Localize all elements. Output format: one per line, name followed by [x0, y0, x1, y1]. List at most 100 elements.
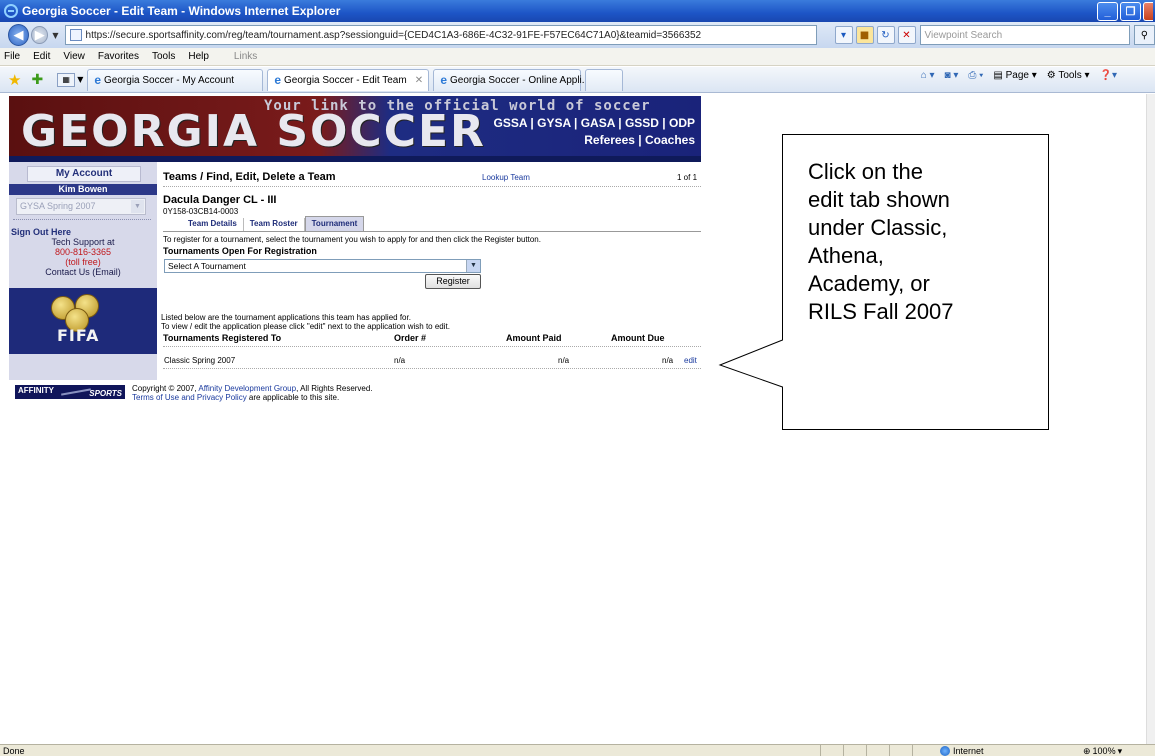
new-tab-button[interactable]	[585, 68, 624, 91]
team-name: Dacula Danger CL - III	[163, 194, 277, 206]
copyright-line: Copyright © 2007, Affinity Development G…	[132, 384, 373, 393]
links-toolbar[interactable]: Links	[234, 51, 257, 62]
zoom-control[interactable]: ⊕ 100% ▾	[1083, 745, 1122, 756]
terms-link[interactable]: Terms of Use and Privacy Policy	[132, 393, 247, 402]
team-id: 0Y158-03CB14-0003	[163, 207, 239, 216]
record-count: 1 of 1	[677, 173, 698, 182]
fifa-logo[interactable]: FIFA	[9, 288, 157, 354]
tab-list-dropdown-icon[interactable]: ▼	[77, 75, 83, 84]
edit-link[interactable]: edit	[684, 356, 697, 365]
fifa-text: FIFA	[57, 326, 100, 345]
help-icon[interactable]: ❓▾	[1100, 70, 1117, 81]
vertical-scrollbar[interactable]	[1146, 94, 1155, 744]
callout-line: RILS Fall 2007	[808, 299, 954, 324]
search-input[interactable]: Viewpoint Search	[919, 25, 1130, 45]
quick-tabs-icon[interactable]: ▦	[57, 72, 76, 87]
window-title-bar: Georgia Soccer - Edit Team - Windows Int…	[0, 0, 1155, 22]
address-dropdown-icon[interactable]: ▾	[834, 26, 853, 44]
sign-out-link[interactable]: Sign Out Here	[11, 227, 71, 237]
status-cell	[889, 745, 912, 756]
col-header-amount-due: Amount Due	[611, 333, 665, 343]
page-menu[interactable]: ▤ Page ▾	[993, 70, 1036, 81]
status-cell	[843, 745, 866, 756]
menu-help[interactable]: Help	[188, 51, 209, 62]
forward-button[interactable]: ▶	[31, 26, 49, 44]
status-cell	[912, 745, 935, 756]
tab-close-icon[interactable]: ✕	[415, 75, 423, 86]
status-cell	[820, 745, 843, 756]
refresh-icon[interactable]: ↻	[876, 26, 895, 44]
address-bar-row: ◀ ▶ ▼ https://secure.sportsaffinity.com/…	[0, 22, 1155, 48]
page-menu-label: Page	[1005, 70, 1029, 81]
stop-icon[interactable]: ✕	[897, 26, 916, 44]
lock-icon[interactable]: ■	[855, 26, 874, 44]
season-select[interactable]: GYSA Spring 2007 ▼	[16, 198, 146, 215]
my-account-button[interactable]: My Account	[27, 166, 141, 182]
callout-annotation: Click on the edit tab shown under Classi…	[718, 134, 1049, 430]
register-button[interactable]: Register	[425, 274, 481, 289]
support-tollfree: (toll free)	[65, 257, 101, 267]
print-icon[interactable]: ⎙ ▾	[968, 70, 983, 81]
page-icon	[69, 29, 82, 41]
favorites-star-icon[interactable]: ★	[8, 71, 21, 89]
ie-page-icon: e	[440, 73, 448, 87]
tab-my-account[interactable]: e Georgia Soccer - My Account	[87, 68, 264, 91]
zone-label: Internet	[953, 746, 984, 756]
tab-team-details[interactable]: Team Details	[182, 218, 244, 231]
tab-tournament[interactable]: Tournament	[304, 216, 365, 231]
swoosh-icon	[61, 388, 91, 396]
tools-menu[interactable]: ⚙ Tools ▾	[1047, 70, 1090, 81]
banner-org-links[interactable]: GSSA | GYSA | GASA | GSSD | ODP	[494, 116, 695, 130]
edit-instructions: To view / edit the application please cl…	[161, 322, 450, 331]
feeds-icon[interactable]: ◙ ▾	[945, 70, 959, 81]
chevron-down-icon: ▾	[1117, 745, 1123, 756]
sidebar-divider	[13, 219, 151, 220]
home-icon[interactable]: ⌂ ▾	[921, 70, 935, 81]
chevron-down-icon: ▼	[466, 260, 480, 272]
copyright-prefix: Copyright © 2007,	[132, 384, 199, 393]
menu-edit[interactable]: Edit	[33, 51, 50, 62]
url-field[interactable]: https://secure.sportsaffinity.com/reg/te…	[64, 25, 817, 45]
history-dropdown-icon[interactable]: ▼	[52, 31, 58, 40]
col-header-order: Order #	[394, 333, 427, 343]
close-button[interactable]	[1143, 2, 1153, 21]
affinity-link[interactable]: Affinity Development Group	[198, 384, 296, 393]
maximize-button[interactable]: ❐	[1120, 2, 1141, 21]
contact-us-link[interactable]: Contact Us (Email)	[9, 267, 157, 277]
menu-file[interactable]: File	[4, 51, 20, 62]
callout-line: edit tab shown	[808, 187, 950, 212]
register-instructions: To register for a tournament, select the…	[163, 235, 541, 244]
menu-view[interactable]: View	[63, 51, 85, 62]
tab-edit-team[interactable]: e Georgia Soccer - Edit Team ✕	[267, 68, 430, 91]
menu-bar: File Edit View Favorites Tools Help Link…	[0, 48, 1155, 66]
search-placeholder: Viewpoint Search	[924, 29, 1003, 41]
lookup-team-link[interactable]: Lookup Team	[482, 173, 530, 182]
command-bar: ⌂ ▾ ◙ ▾ ⎙ ▾ ▤ Page ▾ ⚙ Tools ▾ ❓▾	[921, 70, 1117, 81]
zoom-icon: ⊕	[1083, 745, 1091, 756]
copyright-suffix: , All Rights Reserved.	[296, 384, 373, 393]
callout-line: Click on the	[808, 159, 923, 184]
menu-favorites[interactable]: Favorites	[98, 51, 139, 62]
tab-label: Georgia Soccer - Online Appli...	[450, 74, 591, 86]
tech-support-block: Tech Support at 800-816-3365 (toll free)…	[9, 237, 157, 277]
team-tabs: Team Details Team Roster Tournament	[163, 216, 701, 232]
window-title: Georgia Soccer - Edit Team - Windows Int…	[22, 4, 341, 18]
banner-referee-links[interactable]: Referees | Coaches	[584, 133, 695, 147]
cell-tournament: Classic Spring 2007	[164, 356, 236, 365]
terms-suffix: are applicable to this site.	[246, 393, 340, 402]
security-zone[interactable]: Internet	[940, 745, 984, 756]
minimize-button[interactable]: _	[1097, 2, 1118, 21]
callout-text: Click on the edit tab shown under Classi…	[808, 158, 1043, 326]
add-favorites-icon[interactable]: ✚	[31, 72, 43, 88]
menu-tools[interactable]: Tools	[152, 51, 175, 62]
site-banner[interactable]: GEORGIA SOCCER Your link to the official…	[9, 96, 701, 162]
tab-online-application[interactable]: e Georgia Soccer - Online Appli...	[433, 68, 590, 91]
sports-logo-text: SPORTS	[89, 389, 122, 398]
tools-menu-label: Tools	[1058, 70, 1082, 81]
status-text: Done	[3, 745, 25, 756]
tournament-select[interactable]: Select A Tournament ▼	[164, 259, 481, 273]
search-icon[interactable]: ⚲	[1133, 25, 1155, 45]
back-button[interactable]: ◀	[8, 24, 30, 46]
tab-team-roster[interactable]: Team Roster	[244, 218, 305, 231]
affinity-sports-logo[interactable]: AFFINITY SPORTS	[15, 385, 125, 399]
